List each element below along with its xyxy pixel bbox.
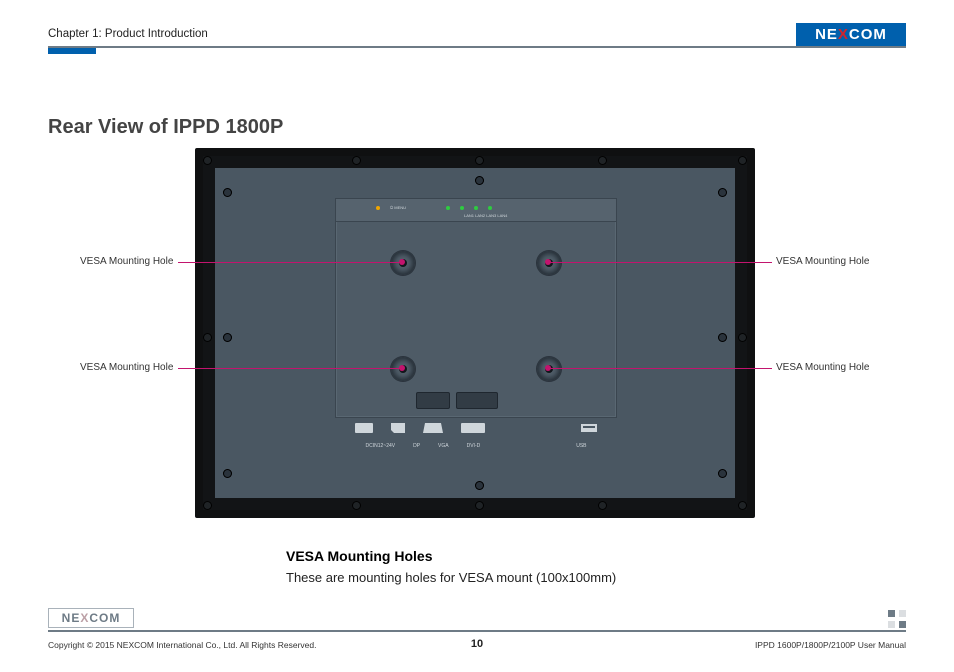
lan-led-icon: [474, 206, 478, 210]
vga-port-icon: [423, 423, 443, 433]
frame-screw-icon: [738, 501, 747, 510]
port-label: DVI-D: [467, 443, 481, 449]
footer-rule: [48, 630, 906, 632]
page-number: 10: [471, 638, 483, 650]
logo-pre: NE: [815, 26, 838, 43]
header-rule: [48, 46, 906, 48]
logo-x: X: [838, 26, 849, 43]
chapter-label: Chapter 1: Product Introduction: [48, 28, 208, 40]
callout-top-right: VESA Mounting Hole: [776, 256, 869, 267]
frame-screw-icon: [352, 501, 361, 510]
dc-in-port-icon: [355, 423, 373, 433]
footer-logo-post: COM: [89, 611, 120, 625]
power-led-icon: [376, 206, 380, 210]
callout-line: [178, 262, 402, 263]
footer-logo: NEXCOM: [48, 608, 134, 628]
footer-logo-x: X: [80, 611, 89, 625]
led-label-left: ⏻ MENU: [390, 205, 406, 210]
device-rear-diagram: ⏻ MENU LAN1 LAN2 LAN3 LAN4: [195, 148, 755, 518]
panel-screw-icon: [223, 333, 232, 342]
brand-logo: NEXCOM: [796, 23, 906, 46]
vga-connector-icon: [416, 392, 450, 409]
port-label: VGA: [438, 443, 449, 449]
footer-logo-pre: NE: [62, 611, 81, 625]
panel-screw-icon: [475, 176, 484, 185]
port-label: DP: [413, 443, 420, 449]
panel-screw-icon: [475, 481, 484, 490]
frame-screw-icon: [203, 156, 212, 165]
panel-screw-icon: [718, 333, 727, 342]
panel-screw-icon: [223, 188, 232, 197]
port-label: USB: [576, 443, 586, 449]
lan-led-icon: [446, 206, 450, 210]
logo-post: COM: [849, 26, 887, 43]
port-icon-row: [336, 421, 616, 435]
header-accent-mark: [48, 48, 96, 54]
dvi-port-icon: [461, 423, 485, 433]
usb-port-icon: [581, 424, 597, 432]
frame-screw-icon: [738, 156, 747, 165]
callout-line: [178, 368, 402, 369]
callout-line: [548, 262, 772, 263]
callout-bottom-left: VESA Mounting Hole: [80, 362, 173, 373]
frame-screw-icon: [352, 156, 361, 165]
callout-top-left: VESA Mounting Hole: [80, 256, 173, 267]
port-label: DCIN12~24V: [365, 443, 395, 449]
callout-bottom-right: VESA Mounting Hole: [776, 362, 869, 373]
frame-screw-icon: [203, 501, 212, 510]
dp-port-icon: [391, 423, 405, 433]
vesa-plate: ⏻ MENU LAN1 LAN2 LAN3 LAN4: [335, 198, 617, 418]
document-name: IPPD 1600P/1800P/2100P User Manual: [755, 640, 906, 650]
footer-ornament-icon: [888, 610, 906, 628]
dvi-connector-icon: [456, 392, 498, 409]
frame-screw-icon: [738, 333, 747, 342]
led-label-right: LAN1 LAN2 LAN3 LAN4: [464, 213, 507, 218]
copyright-text: Copyright © 2015 NEXCOM International Co…: [48, 640, 316, 650]
panel-screw-icon: [223, 469, 232, 478]
callout-line: [548, 368, 772, 369]
frame-screw-icon: [475, 156, 484, 165]
panel-screw-icon: [718, 469, 727, 478]
lan-led-icon: [460, 206, 464, 210]
lan-led-icon: [488, 206, 492, 210]
page-title: Rear View of IPPD 1800P: [48, 116, 283, 139]
description-body: These are mounting holes for VESA mount …: [286, 570, 616, 585]
description-heading: VESA Mounting Holes: [286, 548, 432, 564]
frame-screw-icon: [203, 333, 212, 342]
panel-screw-icon: [718, 188, 727, 197]
frame-screw-icon: [475, 501, 484, 510]
